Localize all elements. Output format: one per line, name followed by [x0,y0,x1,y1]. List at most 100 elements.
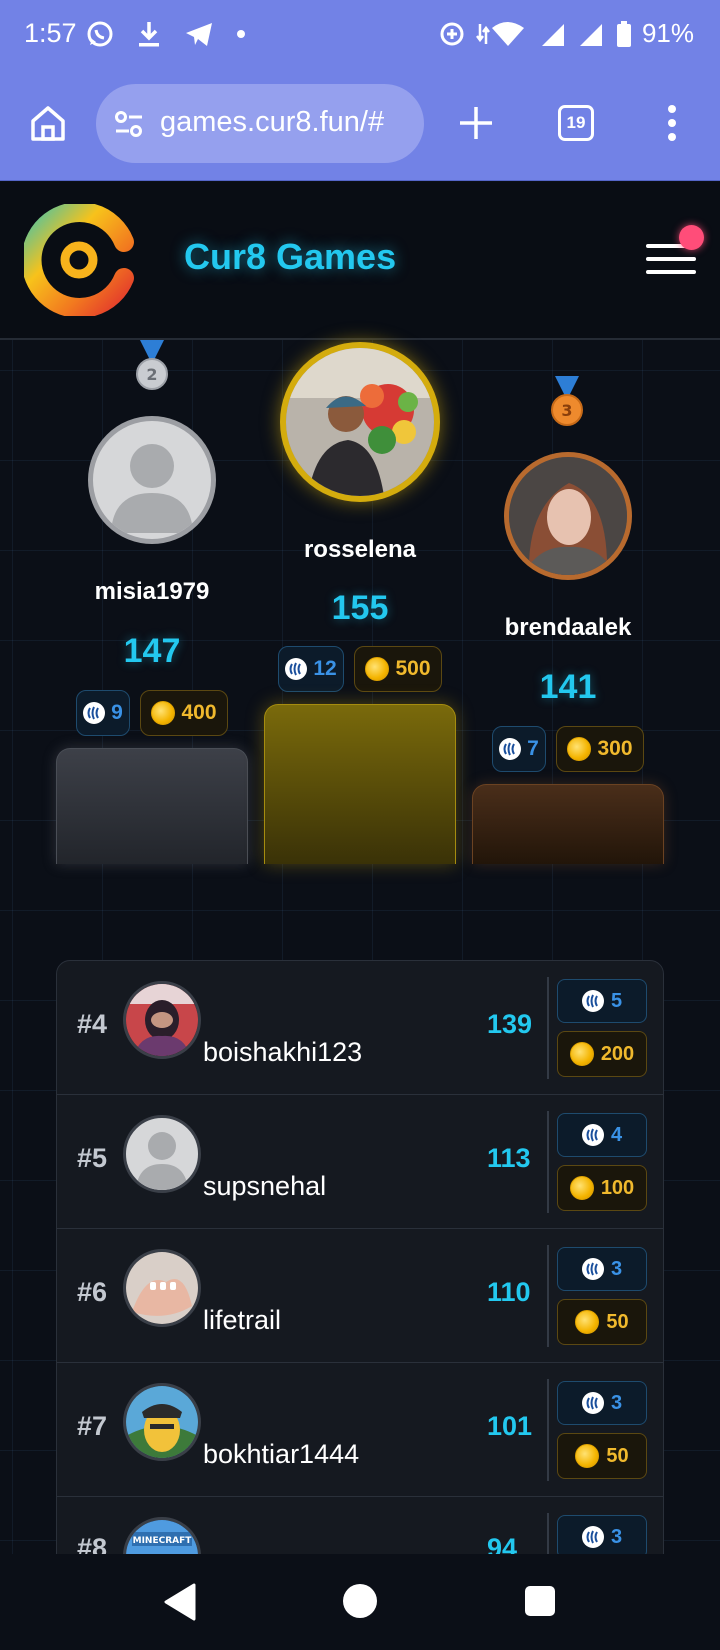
third-place-name[interactable]: brendaalek [458,614,678,642]
third-place-score: 141 [539,668,597,706]
coin-icon [575,1444,600,1468]
back-icon[interactable] [164,1583,196,1621]
second-place-podium-block [56,748,248,864]
first-place-steem-badge: 12 [278,646,344,692]
rank: #6 [77,1277,108,1307]
avatar-first-place[interactable] [280,342,440,502]
rank: #5 [77,1143,108,1173]
coin-icon [151,701,176,725]
coin-count: 200 [600,1042,635,1065]
leaderboard-row[interactable]: #4 boishakhi123 139 5 200 [57,961,663,1095]
score: 110 [487,1277,531,1307]
rank: #7 [77,1411,108,1441]
svg-text:MINECRAFT: MINECRAFT [133,1536,193,1546]
avatar-second-place[interactable] [88,416,216,544]
third-place-podium-block [472,784,664,864]
signal-icon [541,23,567,46]
home-nav-icon[interactable] [343,1584,377,1618]
leaderboard-row[interactable]: #6 lifetrail 110 3 50 [57,1229,663,1363]
wifi-icon [475,21,524,46]
steem-badge: 3 [557,1515,647,1554]
leaderboard-row[interactable]: #5 supsnehal 113 4 100 [57,1095,663,1229]
avatar-third-place[interactable] [504,452,632,580]
avatar[interactable] [123,1249,201,1327]
leaderboard-row[interactable]: #7 bokhtiar1444 101 3 50 [57,1363,663,1497]
rank: #4 [77,1009,108,1039]
svg-text:2: 2 [146,365,157,384]
username[interactable]: boishakhi123 [203,1037,362,1068]
site-header: Cur8 Games [0,182,720,340]
coin-badge: 200 [557,1031,647,1077]
data-saver-icon [440,22,464,45]
default-avatar-icon [111,444,193,533]
steem-count: 12 [313,657,337,680]
score: 94 [487,1533,518,1554]
svg-text:3: 3 [561,401,572,420]
coin-count: 50 [606,1310,629,1333]
leaderboard-list: #4 boishakhi123 139 5 200 #5 supsnehal 1… [56,960,664,1554]
steem-count: 3 [610,1525,623,1548]
username[interactable]: bokhtiar1444 [203,1439,359,1470]
score: 139 [487,1009,533,1039]
coin-badge: 50 [557,1299,647,1345]
third-place-steem-badge: 7 [492,726,546,772]
home-icon[interactable] [28,103,68,143]
status-bar: 1:57 91% [0,0,720,75]
first-place-podium-block [264,704,456,864]
more-options-icon[interactable] [660,103,684,143]
cur8-logo[interactable] [24,204,134,316]
system-icons: 91% [438,18,694,49]
tab-switcher-button[interactable]: 19 [558,105,594,141]
signal-icon-2 [579,23,602,46]
whatsapp-icon [87,21,113,47]
coin-count: 300 [597,737,633,760]
steem-icon [499,738,522,760]
telegram-icon [186,23,212,46]
row-divider [547,1111,549,1213]
username[interactable]: lifetrail [203,1305,281,1336]
avatar[interactable] [123,981,201,1059]
site-settings-icon[interactable] [114,110,144,138]
steem-count: 3 [610,1391,623,1414]
username[interactable]: supsnehal [203,1171,326,1202]
coin-count: 100 [600,1176,635,1199]
download-icon [139,22,159,47]
second-place-steem-badge: 9 [76,690,130,736]
dot-icon [237,30,245,38]
avatar[interactable] [123,1115,201,1193]
coin-count: 400 [181,701,217,724]
battery-icon [616,20,631,47]
coin-badge: 50 [557,1433,647,1479]
steem-count: 4 [610,1123,623,1146]
coin-icon [575,1310,600,1334]
notification-dot [679,225,704,250]
site-title[interactable]: Cur8 Games [184,236,396,278]
default-avatar-icon [136,1132,188,1190]
second-place-name[interactable]: misia1979 [42,578,262,606]
steem-icon [581,990,604,1012]
steem-count: 7 [527,737,539,760]
avatar[interactable]: MINECRAFT [123,1517,201,1554]
bronze-medal-icon: 3 [551,376,583,426]
web-page: Cur8 Games 2 misia1979 147 9 400 rossele… [0,182,720,1554]
avatar[interactable] [123,1383,201,1461]
rank: #8 [77,1533,108,1554]
coin-icon [569,1042,594,1066]
coin-count: 500 [395,657,431,680]
first-place-name[interactable]: rosselena [250,536,470,564]
status-time: 1:57 [24,18,77,48]
address-bar[interactable]: games.cur8.fun/# [96,84,424,163]
row-divider [547,1513,549,1554]
new-tab-icon[interactable] [456,103,496,143]
tab-count: 19 [566,113,586,132]
steem-count: 3 [610,1257,623,1280]
second-place-coin-badge: 400 [140,690,228,736]
steem-icon [285,658,308,680]
recents-icon[interactable] [525,1586,555,1616]
steem-icon [581,1392,604,1414]
coin-icon [365,657,390,681]
steem-icon [581,1526,604,1548]
url-text[interactable]: games.cur8.fun/# [160,106,418,139]
leaderboard-row[interactable]: #8 MINECRAFT 94 3 [57,1497,663,1554]
steem-icon [581,1258,604,1280]
